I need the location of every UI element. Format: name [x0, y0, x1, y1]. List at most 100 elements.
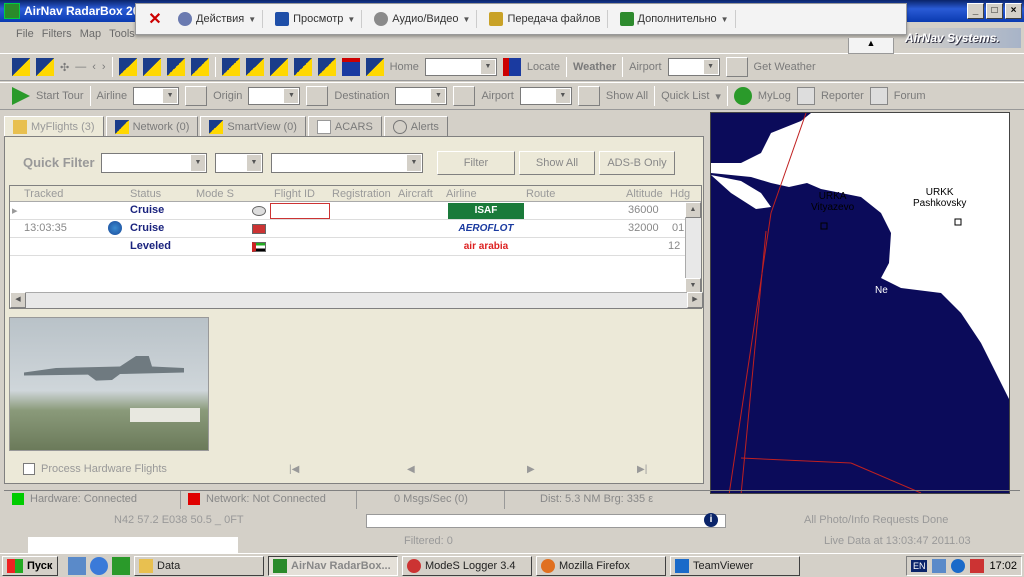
- back-icon[interactable]: ‹: [92, 61, 96, 73]
- table-row[interactable]: 13:03:35 Cruise AEROFLOT 32000 01:: [10, 220, 687, 238]
- task-data[interactable]: Data: [134, 555, 264, 576]
- show-desktop-icon[interactable]: [68, 556, 86, 575]
- airport-button[interactable]: [577, 86, 600, 106]
- airport-label-urkk[interactable]: URKK Pashkovsky: [913, 187, 966, 209]
- layer-tool-icon[interactable]: [190, 58, 209, 76]
- airport-b-icon[interactable]: [245, 58, 264, 76]
- language-indicator[interactable]: EN: [910, 560, 928, 572]
- menu-map[interactable]: Map: [80, 28, 101, 46]
- radar-icon[interactable]: [12, 58, 30, 76]
- plane-icon[interactable]: [36, 58, 54, 76]
- airport-a-icon[interactable]: [221, 58, 240, 76]
- radar-map[interactable]: URKA Vityazevo URKK Pashkovsky Ne: [710, 112, 1010, 494]
- col-hdg[interactable]: Hdg: [670, 188, 690, 200]
- col-aircraft[interactable]: Aircraft: [398, 188, 433, 200]
- weather-airport-combo[interactable]: [667, 58, 720, 76]
- tab-alerts[interactable]: Alerts: [383, 116, 448, 136]
- airport-d-icon[interactable]: [293, 58, 312, 76]
- destination-combo[interactable]: [395, 87, 448, 105]
- col-registration[interactable]: Registration: [332, 188, 391, 200]
- task-teamviewer[interactable]: TeamViewer: [670, 555, 800, 576]
- col-flight-id[interactable]: Flight ID: [274, 188, 315, 200]
- scroll-up-icon[interactable]: ▲: [685, 202, 701, 218]
- nav-prev-icon[interactable]: ◀: [407, 464, 415, 475]
- col-mode-s[interactable]: Mode S: [196, 188, 234, 200]
- ie-icon[interactable]: [90, 556, 108, 575]
- table-horizontal-scrollbar[interactable]: ◀ ▶: [10, 292, 703, 308]
- locate-button[interactable]: Locate: [527, 61, 560, 73]
- minimize-button[interactable]: _: [967, 3, 984, 19]
- minus-icon[interactable]: —: [75, 61, 86, 73]
- map-tool-icon[interactable]: [118, 58, 137, 76]
- mylog-button[interactable]: MyLog: [758, 90, 791, 102]
- tray-antivirus-icon[interactable]: [970, 559, 985, 573]
- collapse-toolbar-tab[interactable]: ▲: [848, 38, 894, 54]
- tab-myflights[interactable]: MyFlights (3): [4, 116, 104, 136]
- adsb-only-button[interactable]: ADS-B Only: [599, 151, 675, 175]
- tray-network-icon[interactable]: [932, 559, 947, 573]
- scroll-left-icon[interactable]: ◀: [10, 292, 26, 308]
- nav-last-icon[interactable]: ▶|: [637, 464, 647, 475]
- tab-network[interactable]: Network (0): [105, 116, 199, 136]
- quick-filter-value[interactable]: [271, 153, 423, 173]
- grid-tool-icon[interactable]: [142, 58, 161, 76]
- task-radarbox[interactable]: AirNav RadarBox...: [268, 555, 398, 576]
- quick-list-caret[interactable]: ▾: [715, 90, 721, 103]
- col-altitude[interactable]: Altitude: [626, 188, 663, 200]
- locate-combo[interactable]: [424, 58, 497, 76]
- tab-acars[interactable]: ACARS: [307, 116, 382, 136]
- menu-audio-video[interactable]: Аудио/Видео ▼: [368, 10, 478, 28]
- nav-next-icon[interactable]: ▶: [527, 464, 535, 475]
- close-session-icon[interactable]: ✕: [144, 9, 166, 29]
- filter-button[interactable]: Filter: [437, 151, 515, 175]
- mylog-icon[interactable]: [733, 87, 752, 105]
- origin-button[interactable]: [306, 86, 329, 106]
- table-row[interactable]: Leveled air arabia 12: [10, 238, 686, 256]
- forward-icon[interactable]: ›: [102, 61, 106, 73]
- table-row[interactable]: ▸ Cruise ISAF 36000: [10, 202, 686, 220]
- close-window-button[interactable]: ×: [1005, 3, 1022, 19]
- menu-tools[interactable]: Tools: [109, 28, 135, 46]
- reporter-icon[interactable]: [796, 87, 815, 105]
- show-all-filter-button[interactable]: Show All: [519, 151, 595, 175]
- move-icon[interactable]: ✣: [60, 61, 69, 74]
- flight-id-cell[interactable]: [270, 203, 330, 219]
- tab-smartview[interactable]: SmartView (0): [200, 116, 306, 136]
- airline-combo[interactable]: [133, 87, 180, 105]
- forum-icon[interactable]: [869, 87, 888, 105]
- reporter-button[interactable]: Reporter: [821, 90, 864, 102]
- airline-button[interactable]: [185, 86, 208, 106]
- cross-tool-icon[interactable]: [166, 58, 185, 76]
- play-icon[interactable]: [12, 87, 30, 105]
- airport-combo[interactable]: [519, 87, 572, 105]
- nav-first-icon[interactable]: |◀: [289, 464, 299, 475]
- col-status[interactable]: Status: [130, 188, 161, 200]
- col-tracked[interactable]: Tracked: [24, 188, 63, 200]
- forum-button[interactable]: Forum: [894, 90, 926, 102]
- menu-filters[interactable]: Filters: [42, 28, 72, 46]
- airport-label-urka[interactable]: URKA Vityazevo: [811, 191, 854, 213]
- menu-file[interactable]: File: [16, 28, 34, 46]
- start-tour-button[interactable]: Start Tour: [36, 90, 84, 102]
- home-button[interactable]: Home: [390, 61, 419, 73]
- tray-teamviewer-icon[interactable]: [951, 559, 966, 573]
- task-firefox[interactable]: Mozilla Firefox: [536, 555, 666, 576]
- menu-extras[interactable]: Дополнительно ▼: [614, 10, 736, 28]
- table-vertical-scrollbar[interactable]: ▲ ▼: [685, 202, 701, 294]
- origin-combo[interactable]: [248, 87, 301, 105]
- menu-view[interactable]: Просмотр ▼: [269, 10, 363, 28]
- quick-list-button[interactable]: Quick List: [661, 90, 709, 102]
- show-all-button[interactable]: Show All: [606, 90, 648, 102]
- start-button[interactable]: Пуск: [2, 555, 58, 576]
- hardware-flights-option[interactable]: Process Hardware Flights: [23, 463, 167, 475]
- home-icon[interactable]: [365, 58, 384, 76]
- highway-icon[interactable]: [341, 58, 360, 76]
- task-modes-logger[interactable]: ModeS Logger 3.4: [402, 555, 532, 576]
- info-icon[interactable]: i: [704, 513, 718, 527]
- quick-filter-operator[interactable]: [215, 153, 263, 173]
- locate-flag-icon[interactable]: [502, 58, 521, 76]
- menu-actions[interactable]: Действия ▼: [172, 10, 264, 28]
- get-weather-button[interactable]: Get Weather: [754, 61, 816, 73]
- col-airline[interactable]: Airline: [446, 188, 477, 200]
- hardware-flights-checkbox[interactable]: [23, 463, 35, 475]
